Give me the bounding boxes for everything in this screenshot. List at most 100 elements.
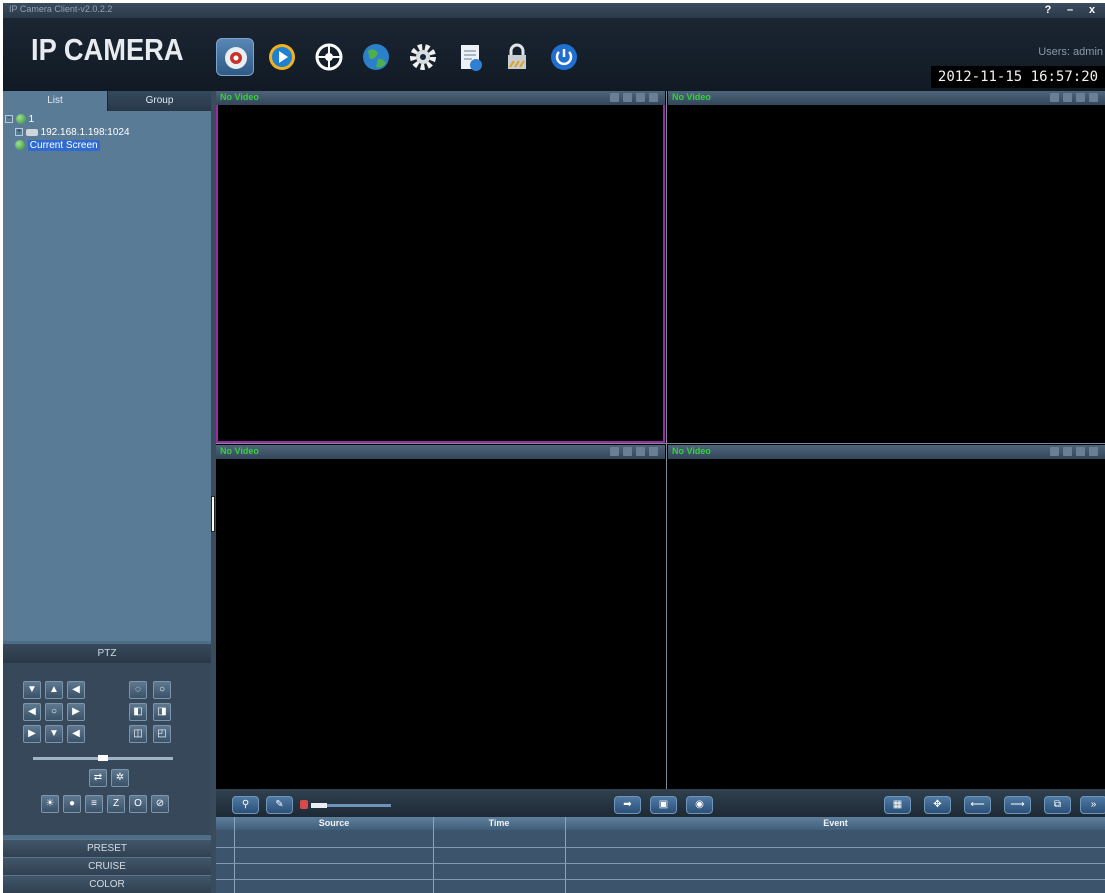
ptz-auto-button[interactable]: ○ [45, 703, 63, 721]
playback-icon[interactable] [263, 38, 301, 76]
zoom-out-button[interactable]: ◰ [153, 725, 171, 743]
wiper-icon[interactable]: ● [63, 795, 81, 813]
light-icon[interactable]: ✲ [111, 769, 129, 787]
zoom-in-button[interactable]: ◫ [129, 725, 147, 743]
video-pane-2[interactable]: No Video [668, 91, 1105, 443]
pane-snapshot-icon[interactable] [1050, 93, 1059, 102]
fullscreen-icon[interactable]: ✥ [924, 796, 951, 814]
focus-near-button[interactable]: ◧ [129, 703, 147, 721]
speaker-icon[interactable] [300, 800, 308, 809]
pane-close-icon[interactable] [1089, 93, 1098, 102]
record-toggle-icon[interactable]: ◉ [686, 796, 713, 814]
pane-record-icon[interactable] [636, 447, 645, 456]
speed-slider-knob[interactable] [98, 755, 108, 761]
color-section[interactable]: COLOR [3, 875, 211, 893]
pane-audio-icon[interactable] [1063, 447, 1072, 456]
tree-node-label: 192.168.1.198:1024 [40, 127, 130, 138]
ptz-speed-slider[interactable] [33, 755, 173, 761]
video-pane-1[interactable]: No Video [216, 91, 665, 443]
ptz-down-right-button[interactable]: ◀ [67, 725, 85, 743]
column-event[interactable]: Event [566, 817, 1105, 830]
power-icon[interactable] [545, 38, 583, 76]
expand-icon[interactable]: + [15, 128, 23, 137]
menu-icon[interactable]: ≡ [85, 795, 103, 813]
transfer-icon[interactable]: ➡ [614, 796, 641, 814]
settings-gear-icon[interactable] [404, 38, 442, 76]
window-title: IP Camera Client-v2.0.2.2 [9, 4, 113, 14]
pane-audio-icon[interactable] [1063, 93, 1072, 102]
log-row [216, 863, 1105, 864]
camera-icon [25, 128, 38, 136]
video-grid: No Video No Video No Video No Video [216, 91, 1105, 789]
iris-close-button[interactable]: ○ [153, 681, 171, 699]
pane-close-icon[interactable] [649, 93, 658, 102]
ptz-up-right-button[interactable]: ◀ [67, 681, 85, 699]
tree-node-root[interactable]: − 1 [5, 114, 34, 125]
log-row [216, 847, 1105, 848]
previous-page-icon[interactable]: ⟵ [964, 796, 991, 814]
preset-section[interactable]: PRESET [3, 839, 211, 857]
left-panel: List Group − 1 + 192.168.1.198:1024 Curr… [3, 91, 211, 893]
globe-icon [15, 140, 25, 151]
ptz-down-button[interactable]: ▼ [45, 725, 63, 743]
ptz-down-left-2-button[interactable]: ▶ [23, 725, 41, 743]
pane-snapshot-icon[interactable] [1050, 447, 1059, 456]
microphone-icon[interactable]: ✎ [266, 796, 293, 814]
pane-close-icon[interactable] [1089, 447, 1098, 456]
stop-icon[interactable]: ⊘ [151, 795, 169, 813]
brightness-icon[interactable]: ☀ [41, 795, 59, 813]
grid-layout-icon[interactable]: ▦ [884, 796, 911, 814]
live-view-icon[interactable] [216, 38, 254, 76]
network-globe-icon[interactable] [357, 38, 395, 76]
lock-icon[interactable] [498, 38, 536, 76]
help-button[interactable]: ? [1039, 3, 1057, 17]
video-status: No Video [220, 446, 259, 456]
record-icon[interactable]: O [129, 795, 147, 813]
zoom-icon[interactable]: Z [107, 795, 125, 813]
tree-node-device[interactable]: + 192.168.1.198:1024 [15, 127, 130, 138]
tab-list[interactable]: List [3, 91, 107, 111]
ptz-left-button[interactable]: ◀ [23, 703, 41, 721]
column-time[interactable]: Time [434, 817, 564, 830]
snapshot-icon[interactable]: ▣ [650, 796, 677, 814]
ptz-down-left-button[interactable]: ▼ [23, 681, 41, 699]
more-chevron-icon[interactable]: » [1080, 796, 1105, 814]
video-pane-4[interactable]: No Video [668, 445, 1105, 789]
ptz-section-header[interactable]: PTZ [3, 644, 211, 663]
close-button[interactable]: x [1083, 3, 1101, 17]
pane-snapshot-icon[interactable] [610, 93, 619, 102]
video-status: No Video [672, 446, 711, 456]
ptz-right-button[interactable]: ▶ [67, 703, 85, 721]
volume-slider[interactable] [311, 803, 391, 808]
ptz-up-button[interactable]: ▲ [45, 681, 63, 699]
collapse-icon[interactable]: − [5, 115, 13, 124]
minimize-button[interactable]: – [1061, 3, 1079, 17]
app-logo: IP CAMERA [31, 32, 184, 67]
window-switch-icon[interactable]: ⧉ [1044, 796, 1071, 814]
pane-snapshot-icon[interactable] [610, 447, 619, 456]
pane-audio-icon[interactable] [623, 447, 632, 456]
tree-node-label: Current Screen [27, 140, 100, 151]
tree-node-current-screen[interactable]: Current Screen [15, 140, 100, 151]
video-status: No Video [672, 92, 711, 102]
cruise-section[interactable]: CRUISE [3, 857, 211, 875]
column-source[interactable]: Source [236, 817, 432, 830]
bottom-toolbar: ⚲ ✎ ➡ ▣ ◉ ▦ ✥ ⟵ ⟶ ⧉ » [216, 789, 1105, 817]
pane-record-icon[interactable] [1076, 447, 1085, 456]
ptz-control-icon[interactable] [310, 38, 348, 76]
focus-far-button[interactable]: ◨ [153, 703, 171, 721]
search-icon[interactable]: ⚲ [232, 796, 259, 814]
swap-icon[interactable]: ⇄ [89, 769, 107, 787]
next-page-icon[interactable]: ⟶ [1004, 796, 1031, 814]
pane-close-icon[interactable] [649, 447, 658, 456]
device-tree: − 1 + 192.168.1.198:1024 Current Screen [3, 111, 211, 641]
header: IP CAMERA Users: admin 2012-11-15 16:57:… [3, 18, 1105, 91]
pane-audio-icon[interactable] [623, 93, 632, 102]
iris-open-button[interactable]: ◌ [129, 681, 147, 699]
log-document-icon[interactable] [451, 38, 489, 76]
tab-group[interactable]: Group [107, 91, 211, 111]
splitter-grip[interactable] [211, 496, 215, 532]
video-pane-3[interactable]: No Video [216, 445, 665, 789]
pane-record-icon[interactable] [636, 93, 645, 102]
pane-record-icon[interactable] [1076, 93, 1085, 102]
